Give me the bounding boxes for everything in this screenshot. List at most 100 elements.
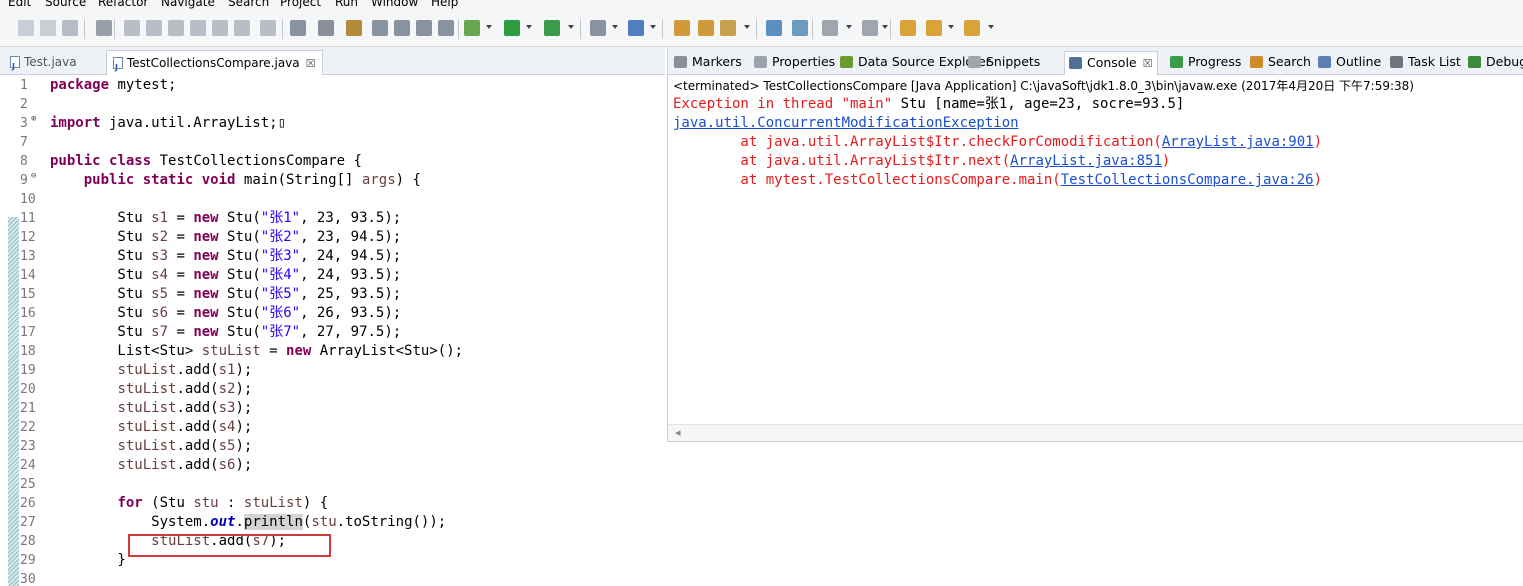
back-dropdown-icon[interactable] bbox=[926, 20, 942, 36]
dropdown-arrow-icon[interactable] bbox=[526, 25, 532, 29]
last-edit-icon[interactable] bbox=[862, 20, 878, 36]
save-icon[interactable] bbox=[40, 20, 56, 36]
coverage-icon[interactable] bbox=[544, 20, 560, 36]
toggle-block-icon[interactable] bbox=[372, 20, 388, 36]
dropdown-arrow-icon[interactable] bbox=[882, 25, 888, 29]
tab-testcollectionscompare-java[interactable]: TestCollectionsCompare.java ☒ bbox=[106, 50, 323, 80]
menu-edit[interactable]: Edit bbox=[8, 0, 31, 9]
dropdown-arrow-icon[interactable] bbox=[948, 25, 954, 29]
view-tab-label: Outline bbox=[1336, 54, 1382, 69]
new-java-project-icon[interactable] bbox=[628, 20, 644, 36]
dropdown-arrow-icon[interactable] bbox=[846, 25, 852, 29]
view-tab-progress[interactable]: Progress bbox=[1166, 51, 1245, 75]
code-line: 15 Stu s5 = new Stu("张5", 25, 93.5); bbox=[0, 285, 665, 304]
view-tab-debug[interactable]: Debug bbox=[1464, 51, 1523, 75]
tab-test-java[interactable]: Test.java bbox=[4, 50, 83, 79]
save-all-icon[interactable] bbox=[62, 20, 78, 36]
show-whitespace-icon[interactable] bbox=[416, 20, 432, 36]
dropdown-arrow-icon[interactable] bbox=[568, 25, 574, 29]
annotation-highlight-box bbox=[128, 534, 331, 557]
code-token: package bbox=[50, 77, 110, 93]
view-tab-markers[interactable]: Markers bbox=[670, 51, 746, 75]
drop-frame-icon[interactable] bbox=[290, 20, 306, 36]
menu-help[interactable]: Help bbox=[431, 0, 458, 9]
view-tab-search[interactable]: Search bbox=[1246, 51, 1315, 75]
dropdown-arrow-icon[interactable] bbox=[650, 25, 656, 29]
external-tools-icon[interactable] bbox=[590, 20, 606, 36]
build-icon[interactable] bbox=[346, 20, 362, 36]
toggle-mark-icon[interactable] bbox=[96, 20, 112, 36]
close-icon[interactable]: ☒ bbox=[1143, 57, 1153, 70]
open-task-icon[interactable] bbox=[698, 20, 714, 36]
search-tool-icon[interactable] bbox=[720, 20, 736, 36]
dropdown-arrow-icon[interactable] bbox=[744, 25, 750, 29]
run-icon[interactable] bbox=[504, 20, 520, 36]
code-token: s4 bbox=[218, 419, 236, 435]
code-token: .add( bbox=[176, 438, 219, 454]
toggle-whitespace-icon[interactable] bbox=[394, 20, 410, 36]
annotation-prev-icon[interactable] bbox=[822, 20, 838, 36]
disconnect-icon[interactable] bbox=[190, 20, 206, 36]
code-token: s1 bbox=[218, 362, 236, 378]
code-line: 30 bbox=[0, 570, 665, 586]
code-token: Stu bbox=[50, 286, 152, 302]
scroll-left-icon[interactable]: ◂ bbox=[675, 426, 681, 439]
code-line: 23 stuList.add(s5); bbox=[0, 437, 665, 456]
close-icon[interactable]: ☒ bbox=[306, 57, 316, 70]
debug-icon[interactable] bbox=[464, 20, 480, 36]
code-text: Stu s5 = new Stu("张5", 25, 93.5); bbox=[50, 285, 401, 304]
horizontal-scrollbar[interactable]: ◂ bbox=[668, 424, 1523, 441]
outline-icon bbox=[1318, 56, 1331, 68]
stack-trace-link[interactable]: ArrayList.java:851 bbox=[1010, 153, 1162, 169]
code-text: System.out.println(stu.toString()); bbox=[50, 513, 446, 532]
annotation-next-icon[interactable] bbox=[792, 20, 808, 36]
stack-trace-link[interactable]: ArrayList.java:901 bbox=[1162, 134, 1314, 150]
back-icon[interactable] bbox=[900, 20, 916, 36]
code-token: java.util.ArrayList;▯ bbox=[100, 115, 287, 131]
menu-window[interactable]: Window bbox=[371, 0, 418, 9]
dropdown-arrow-icon[interactable] bbox=[612, 25, 618, 29]
step-return-icon[interactable] bbox=[260, 20, 276, 36]
fold-toggle-icon[interactable]: ⊕ bbox=[31, 110, 36, 129]
console-text: at java.util.ArrayList$Itr.checkForComod… bbox=[673, 134, 1162, 150]
code-token: , 24, 94.5); bbox=[300, 248, 402, 264]
menu-run[interactable]: Run bbox=[335, 0, 358, 9]
view-tab-snippets[interactable]: Snippets bbox=[964, 51, 1044, 75]
new-icon[interactable] bbox=[18, 20, 34, 36]
suspend-icon[interactable] bbox=[146, 20, 162, 36]
dropdown-arrow-icon[interactable] bbox=[988, 25, 994, 29]
view-tab-outline[interactable]: Outline bbox=[1314, 51, 1385, 75]
toggle-ant-icon[interactable] bbox=[438, 20, 454, 36]
code-token: Stu( bbox=[218, 229, 261, 245]
code-token: s6 bbox=[218, 457, 236, 473]
menu-refactor[interactable]: Refactor bbox=[98, 0, 148, 9]
menu-source[interactable]: Source bbox=[45, 0, 86, 9]
use-step-filters-icon[interactable] bbox=[318, 20, 334, 36]
view-tab-properties[interactable]: Properties bbox=[750, 51, 839, 75]
open-perspective-icon[interactable] bbox=[766, 20, 782, 36]
fold-toggle-icon[interactable]: ⊖ bbox=[31, 167, 36, 186]
step-over-icon[interactable] bbox=[234, 20, 250, 36]
resume-icon[interactable] bbox=[124, 20, 140, 36]
menu-project[interactable]: Project bbox=[280, 0, 321, 9]
code-token: "张5" bbox=[260, 286, 301, 302]
open-type-icon[interactable] bbox=[674, 20, 690, 36]
stack-trace-link[interactable]: java.util.ConcurrentModificationExceptio… bbox=[673, 115, 1019, 131]
line-number: 10 bbox=[20, 192, 36, 207]
code-token: ); bbox=[235, 457, 253, 473]
terminate-icon[interactable] bbox=[168, 20, 184, 36]
view-tab-task-list[interactable]: Task List bbox=[1386, 51, 1465, 75]
dropdown-arrow-icon[interactable] bbox=[486, 25, 492, 29]
menu-navigate[interactable]: Navigate bbox=[161, 0, 215, 9]
forward-icon[interactable] bbox=[964, 20, 980, 36]
menu-search[interactable]: Search bbox=[228, 0, 269, 9]
stack-trace-link[interactable]: TestCollectionsCompare.java:26 bbox=[1061, 172, 1314, 188]
step-into-icon[interactable] bbox=[212, 20, 228, 36]
code-area[interactable]: 1 package mytest; 2 3 ⊕ import java.util.Arra… bbox=[0, 76, 665, 586]
code-text: stuList.add(s2); bbox=[50, 380, 252, 399]
code-line: 29 } bbox=[0, 551, 665, 570]
view-tab-console[interactable]: Console ☒ bbox=[1064, 51, 1158, 75]
line-number: 16 bbox=[20, 306, 36, 321]
